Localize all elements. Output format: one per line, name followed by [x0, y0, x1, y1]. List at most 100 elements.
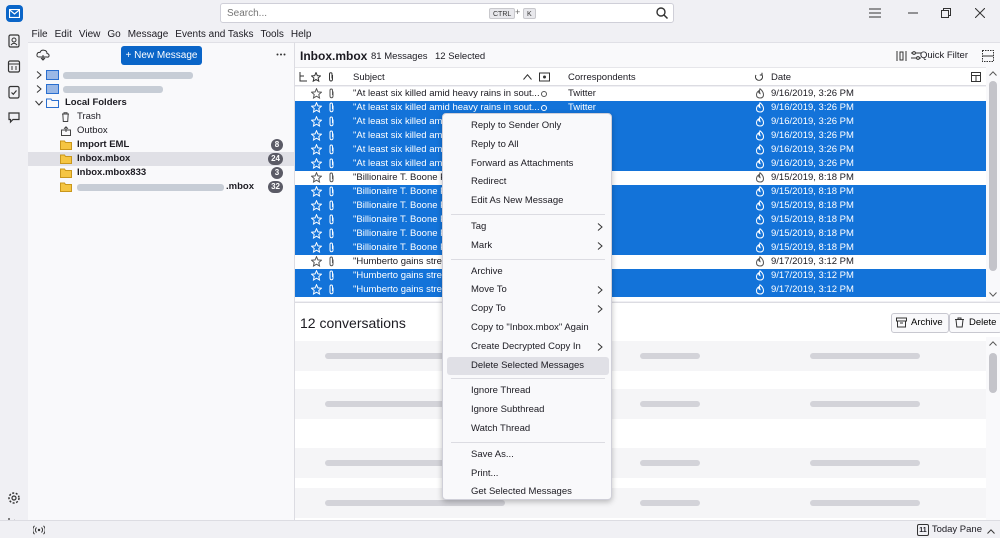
folder-inbox-mbox833[interactable]: Inbox.mbox833 3: [28, 166, 294, 180]
online-status-icon[interactable]: [33, 525, 45, 535]
attachment-icon[interactable]: [327, 284, 336, 295]
delete-button[interactable]: Delete: [949, 313, 1000, 333]
star-icon[interactable]: [311, 242, 322, 253]
message-row[interactable]: "Humberto gains strength as it moves awa…: [295, 283, 986, 297]
minimize-icon[interactable]: [904, 4, 922, 22]
search-input[interactable]: [227, 6, 267, 20]
scroll-up-icon[interactable]: [989, 341, 997, 346]
message-row[interactable]: "Billionaire T. Boone Pickens dies at 91…: [295, 213, 986, 227]
quick-filter-button[interactable]: Quick Filter: [920, 50, 968, 61]
star-icon[interactable]: [311, 116, 322, 127]
star-icon[interactable]: [311, 158, 322, 169]
attachment-icon[interactable]: [327, 186, 336, 197]
star-icon[interactable]: [311, 256, 322, 267]
menu-view[interactable]: View: [75, 28, 104, 42]
junk-status-column-icon[interactable]: [754, 72, 764, 82]
star-icon[interactable]: [311, 214, 322, 225]
attachment-icon[interactable]: [327, 200, 336, 211]
chevron-right-icon[interactable]: [36, 71, 42, 79]
close-window-icon[interactable]: [971, 4, 989, 22]
menu-message[interactable]: Message: [124, 28, 172, 42]
summary-item[interactable]: [295, 341, 986, 371]
chat-icon[interactable]: [7, 110, 21, 124]
get-messages-icon[interactable]: [36, 49, 50, 61]
local-folders-row[interactable]: Local Folders: [28, 96, 294, 110]
message-row[interactable]: "At least six killed amid heavy rains in…: [295, 129, 986, 143]
message-row[interactable]: "Billionaire T. Boone Pickens dies at 91…: [295, 171, 986, 185]
menu-item-save-as[interactable]: Save As...: [447, 446, 609, 464]
menu-item-copy-to-inbox-mbox-again[interactable]: Copy to "Inbox.mbox" Again: [447, 319, 609, 337]
tasks-icon[interactable]: [7, 85, 21, 99]
chevron-right-icon[interactable]: [36, 85, 42, 93]
layout-toggle-icon[interactable]: [982, 50, 994, 62]
message-row[interactable]: "At least six killed amid heavy rains in…: [295, 87, 986, 101]
junk-status-icon[interactable]: [755, 242, 765, 253]
junk-status-icon[interactable]: [755, 200, 765, 211]
message-list-scrollbar[interactable]: [986, 67, 1000, 301]
address-book-icon[interactable]: [7, 34, 21, 48]
star-icon[interactable]: [311, 186, 322, 197]
scrollbar-thumb[interactable]: [989, 353, 997, 393]
correspondents-column-header[interactable]: Correspondents: [568, 72, 636, 83]
filter-options-icon[interactable]: [896, 51, 908, 61]
junk-status-icon[interactable]: [755, 172, 765, 183]
star-icon[interactable]: [311, 144, 322, 155]
attachment-icon[interactable]: [327, 256, 336, 267]
folder-trash[interactable]: Trash: [28, 110, 294, 124]
junk-status-icon[interactable]: [755, 116, 765, 127]
star-icon[interactable]: [311, 200, 322, 211]
folder-inbox-mbox[interactable]: Inbox.mbox 24: [28, 152, 294, 166]
message-row[interactable]: "At least six killed amid heavy rains in…: [295, 157, 986, 171]
message-row[interactable]: "Humberto gains strength as it moves awa…: [295, 269, 986, 283]
message-row[interactable]: "At least six killed amid heavy rains in…: [295, 143, 986, 157]
star-icon[interactable]: [311, 284, 322, 295]
star-icon[interactable]: [311, 130, 322, 141]
search-icon[interactable]: [655, 6, 669, 20]
message-row[interactable]: "Humberto gains strength as it moves awa…: [295, 255, 986, 269]
star-column-icon[interactable]: [311, 72, 321, 82]
global-search-box[interactable]: CTRL + K: [220, 3, 674, 23]
menu-file[interactable]: File: [28, 28, 51, 42]
menu-item-print[interactable]: Print...: [447, 465, 609, 483]
star-icon[interactable]: [311, 88, 322, 99]
column-picker-icon[interactable]: [971, 72, 981, 82]
chevron-down-icon[interactable]: [35, 100, 43, 106]
attachment-icon[interactable]: [327, 270, 336, 281]
menu-item-delete-selected-messages[interactable]: Delete Selected Messages: [447, 356, 609, 375]
settings-gear-icon[interactable]: [7, 491, 21, 505]
junk-status-icon[interactable]: [755, 270, 765, 281]
more-options-icon[interactable]: [276, 53, 286, 56]
attachment-icon[interactable]: [327, 172, 336, 183]
unread-dot-icon[interactable]: [541, 105, 547, 111]
account-row[interactable]: [28, 82, 294, 96]
menu-item-ignore-thread[interactable]: Ignore Thread: [447, 382, 609, 400]
junk-status-icon[interactable]: [755, 186, 765, 197]
message-row[interactable]: "Billionaire T. Boone Pickens dies at 91…: [295, 185, 986, 199]
thread-column-icon[interactable]: [299, 72, 308, 82]
junk-status-icon[interactable]: [755, 88, 765, 99]
subject-column-header[interactable]: Subject: [353, 72, 385, 83]
attachment-icon[interactable]: [327, 228, 336, 239]
menu-item-mark[interactable]: Mark: [447, 237, 609, 255]
menu-item-redirect[interactable]: Redirect: [447, 173, 609, 191]
message-row[interactable]: "Billionaire T. Boone Pickens dies at 91…: [295, 199, 986, 213]
junk-status-icon[interactable]: [755, 102, 765, 113]
archive-button[interactable]: Archive: [891, 313, 949, 333]
star-icon[interactable]: [311, 270, 322, 281]
unread-dot-icon[interactable]: [541, 91, 547, 97]
junk-status-icon[interactable]: [755, 158, 765, 169]
menu-item-edit-as-new-message[interactable]: Edit As New Message: [447, 192, 609, 210]
attachment-icon[interactable]: [327, 242, 336, 253]
message-row[interactable]: "Billionaire T. Boone Pickens dies at 91…: [295, 241, 986, 255]
junk-status-icon[interactable]: [755, 214, 765, 225]
account-row[interactable]: [28, 68, 294, 82]
menu-item-create-decrypted-copy-in[interactable]: Create Decrypted Copy In: [447, 338, 609, 356]
preview-scrollbar[interactable]: [986, 337, 1000, 521]
scroll-down-icon[interactable]: [989, 292, 997, 297]
junk-status-icon[interactable]: [755, 284, 765, 295]
attachment-icon[interactable]: [327, 88, 336, 99]
attachment-icon[interactable]: [327, 102, 336, 113]
junk-status-icon[interactable]: [755, 144, 765, 155]
menu-item-move-to[interactable]: Move To: [447, 281, 609, 299]
menu-item-forward-as-attachments[interactable]: Forward as Attachments: [447, 155, 609, 173]
